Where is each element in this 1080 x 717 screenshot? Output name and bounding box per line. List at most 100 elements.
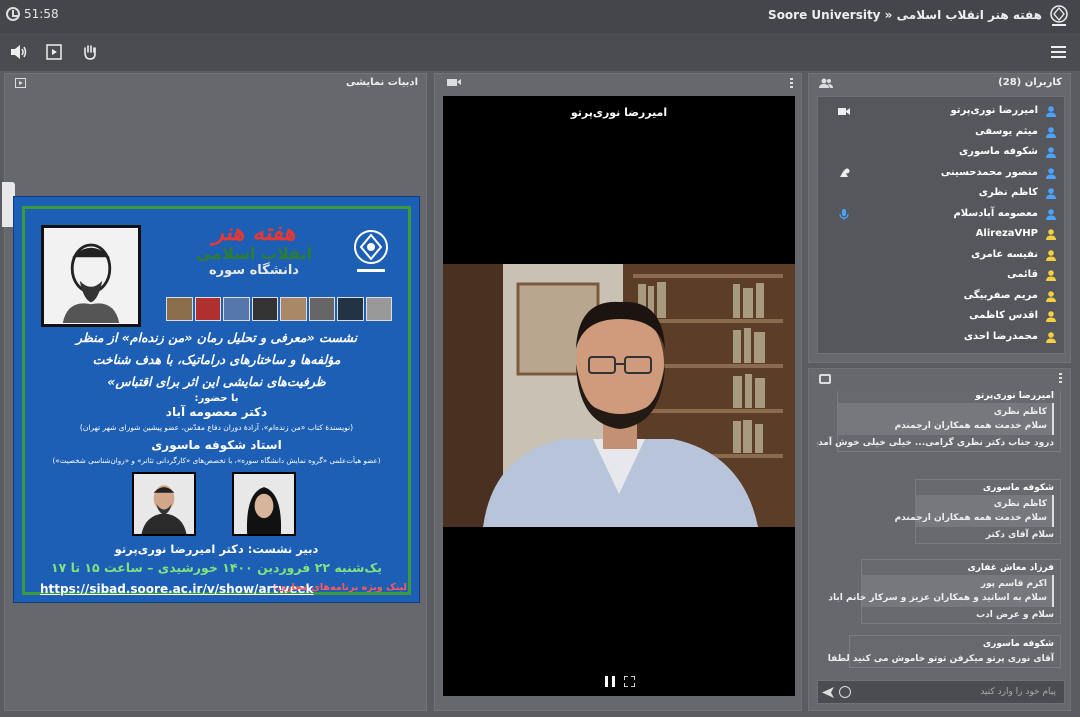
user-name: مریم صفربیگی <box>963 289 1038 301</box>
chat-message: شکوفه ماسوری کاظم نظری سلام خدمت همه همکار… <box>894 479 1061 544</box>
guest-1-name: دکتر معصومه آباد <box>165 405 268 419</box>
chat-quote-line: کاظم نظری <box>993 407 1047 417</box>
users-panel: کاربران (28) امیررضا نوری‌پرتو میثم یوسفی… <box>808 73 1071 363</box>
chat-message: فرزاد معاش غفاری اکرم قاسم پور سلام به اسا… <box>828 559 1061 624</box>
university-logo-icon <box>354 230 388 272</box>
chat-message: امیررضا نوری‌پرتو کاظم نظری سلام خدمت همه … <box>817 391 1061 452</box>
chat-message-list[interactable]: امیررضا نوری‌پرتو کاظم نظری سلام خدمت همه … <box>817 391 1065 675</box>
camera-icon <box>838 108 850 115</box>
chat-sender: شکوفه ماسوری <box>982 639 1054 649</box>
thumbnail <box>308 297 335 321</box>
user-row[interactable]: منصور محمدحسینی <box>818 164 1064 184</box>
presenter-icon <box>840 168 850 177</box>
user-name: معصومه آبادسلام <box>953 207 1038 219</box>
presentation-panel: ادبیات نمایشی هفته هنر انقلاب اسلامی دان… <box>2 73 427 711</box>
chat-text: سلام و عرض ادب <box>976 610 1054 620</box>
person-icon <box>1046 106 1056 117</box>
chat-sender: امیررضا نوری‌پرتو <box>975 391 1054 401</box>
video-panel: امیررضا نوری‌پرتو <box>434 73 802 711</box>
user-row[interactable]: AlirezaVHP <box>818 225 1064 245</box>
chat-quote-line: سلام خدمت همه همکاران ارجمندم <box>894 513 1047 523</box>
chat-input[interactable]: پیام خود را وارد کنید <box>817 680 1065 704</box>
person-icon <box>1046 249 1056 261</box>
presentation-icon[interactable] <box>45 44 63 60</box>
chat-icon <box>819 374 831 384</box>
with-label: با حضور: <box>194 393 239 404</box>
thumbnail <box>166 297 193 321</box>
guest-2-name: استاد شکوفه ماسوری <box>151 438 282 452</box>
user-row[interactable]: میثم یوسفی <box>818 123 1064 143</box>
user-name: شکوفه ماسوری <box>959 146 1038 157</box>
user-row[interactable]: اقدس کاظمی <box>818 307 1064 327</box>
user-name: منصور محمدحسینی <box>940 166 1038 178</box>
event-thumbnails <box>166 297 392 321</box>
session-secretary: دبیر نشست: دکتر امیررضا نوری‌پرتو <box>114 542 319 556</box>
portrait-image <box>41 225 141 327</box>
presentation-toggle-icon[interactable] <box>15 78 26 88</box>
person-icon <box>1046 167 1056 179</box>
more-options-icon[interactable] <box>1059 373 1062 384</box>
emoji-icon[interactable] <box>839 686 851 698</box>
video-stream[interactable]: امیررضا نوری‌پرتو <box>443 96 795 696</box>
guest-2-description: (عضو هیأت‌علمی «گروه نمایش دانشگاه سوره»… <box>52 456 381 465</box>
microphone-icon <box>839 208 849 220</box>
thumbnail <box>280 297 307 321</box>
user-row[interactable]: نفیسه عامری <box>818 246 1064 266</box>
chat-text: درود جناب دکتر نظری گرامی... خیلی خیلی خ… <box>817 438 1054 448</box>
user-name: امیررضا نوری‌پرتو <box>950 105 1038 116</box>
fullscreen-icon[interactable] <box>624 676 635 687</box>
speaker-name: امیررضا نوری‌پرتو <box>570 106 668 119</box>
chat-quote-line: اکرم قاسم پور <box>980 579 1047 589</box>
raise-hand-icon[interactable] <box>81 44 99 60</box>
user-row[interactable]: قائمی <box>818 266 1064 286</box>
user-name: اقدس کاظمی <box>969 310 1038 321</box>
guest-photo <box>232 472 296 536</box>
pause-icon[interactable] <box>605 676 615 687</box>
speaker-icon[interactable] <box>10 44 28 60</box>
thumbnail <box>223 297 250 321</box>
user-row[interactable]: امیررضا نوری‌پرتو <box>818 102 1064 122</box>
user-row[interactable]: معصومه آبادسلام <box>818 205 1064 225</box>
talk-title-line-2: مؤلفه‌ها و ساختارهای دراماتیک، با هدف شن… <box>92 352 341 367</box>
user-name: نفیسه عامری <box>971 248 1038 260</box>
timer-text: 51:58 <box>24 7 59 21</box>
chat-quote-line: سلام خدمت همه همکاران ارجمندم <box>894 421 1047 431</box>
festival-line-1: هفته هنر <box>212 220 296 246</box>
presentation-title: ادبیات نمایشی <box>346 77 418 88</box>
user-row[interactable]: شکوفه ماسوری <box>818 143 1064 163</box>
meeting-title: Soore University » هفته هنر انقلاب اسلام… <box>768 8 1042 22</box>
event-url-label: لینک ویژه برنامه‌های مجازی: <box>273 582 407 593</box>
users-title: کاربران (28) <box>998 77 1062 88</box>
send-icon[interactable] <box>822 687 834 698</box>
guest-photo <box>132 472 196 536</box>
person-icon <box>1046 311 1056 322</box>
session-date: یک‌شنبه ۲۲ فروردین ۱۴۰۰ خورشیدی – ساعت ۱… <box>51 560 382 575</box>
user-list: امیررضا نوری‌پرتو میثم یوسفی شکوفه ماسوری م… <box>817 96 1065 354</box>
chat-sender: شکوفه ماسوری <box>982 483 1054 493</box>
person-icon <box>1046 229 1056 240</box>
thumbnail <box>337 297 364 321</box>
chat-quote-line: سلام به اساتید و همکاران عزیز و سرکار خا… <box>828 593 1047 603</box>
person-icon <box>1046 188 1056 199</box>
chat-quote: کاظم نظری سلام خدمت همه همکاران ارجمندم <box>838 403 1054 435</box>
guest-1-description: (نویسندهٔ کتاب «من زنده‌ام»، آزادهٔ دورا… <box>79 423 354 432</box>
top-bar: 51:58 Soore University » هفته هنر انقلاب… <box>0 0 1080 33</box>
chat-input-placeholder: پیام خود را وارد کنید <box>980 687 1056 697</box>
user-row[interactable]: محمدرضا احدی <box>818 328 1064 348</box>
university-logo-icon <box>1050 5 1068 26</box>
person-icon <box>1046 290 1056 302</box>
festival-line-2: انقلاب اسلامی <box>195 244 313 263</box>
chat-quote-line: کاظم نظری <box>993 499 1047 509</box>
chat-message: شکوفه ماسوری آقای نوری پرتو میکرفن توتو خ… <box>828 635 1061 668</box>
festival-title: هفته هنر انقلاب اسلامی دانشگاه سوره <box>164 221 344 279</box>
user-row[interactable]: کاظم نظری <box>818 184 1064 204</box>
presentation-slide: هفته هنر انقلاب اسلامی دانشگاه سوره نشست… <box>13 196 420 603</box>
user-name: محمدرضا احدی <box>963 330 1038 342</box>
chat-quote: کاظم نظری سلام خدمت همه همکاران ارجمندم <box>894 495 1054 527</box>
event-url-link[interactable]: https://sibad.soore.ac.ir/v/show/artweek <box>40 582 314 596</box>
more-options-icon[interactable] <box>790 78 793 89</box>
hamburger-menu-icon[interactable] <box>1051 46 1066 58</box>
talk-title-line-1: نشست «معرفی و تحلیل رمان «من زنده‌ام» از… <box>75 330 358 345</box>
person-icon <box>1046 147 1056 158</box>
user-row[interactable]: مریم صفربیگی <box>818 287 1064 307</box>
